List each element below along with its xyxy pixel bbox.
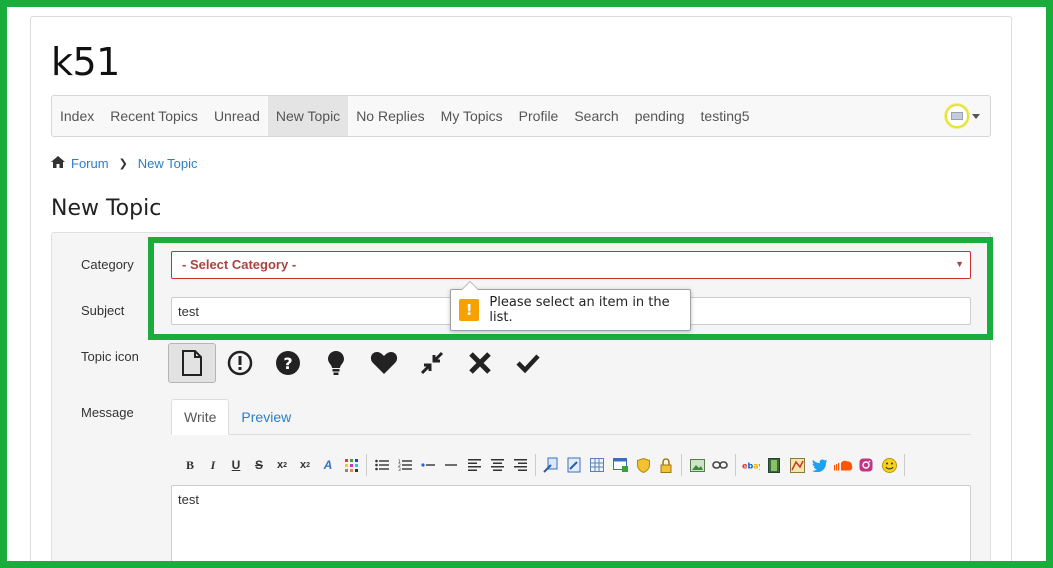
warning-icon: ! — [459, 299, 480, 321]
validation-tooltip: ! Please select an item in the list. — [450, 281, 691, 331]
nav-recent-topics[interactable]: Recent Topics — [102, 96, 206, 136]
nav-new-topic[interactable]: New Topic — [267, 96, 349, 136]
topic-icon-picker: ? — [168, 343, 552, 383]
x-icon[interactable] — [456, 343, 504, 383]
document-icon[interactable] — [168, 343, 216, 383]
nav-pending[interactable]: pending — [627, 96, 693, 136]
site-title: k51 — [51, 40, 120, 84]
heart-icon[interactable] — [360, 343, 408, 383]
chevron-down-icon: ▼ — [955, 259, 964, 269]
superscript-icon[interactable]: x2 — [294, 454, 316, 476]
svg-text:3: 3 — [398, 467, 401, 471]
topic-icon-label: Topic icon — [81, 349, 139, 364]
quote-edit-icon[interactable] — [563, 454, 585, 476]
lock-icon[interactable] — [655, 454, 677, 476]
tab-write[interactable]: Write — [171, 399, 230, 435]
compress-icon[interactable] — [408, 343, 456, 383]
toolbar-divider — [904, 454, 905, 476]
film-icon[interactable] — [763, 454, 785, 476]
category-select[interactable]: - Select Category - ▼ — [171, 251, 971, 279]
shield-icon[interactable] — [632, 454, 654, 476]
breadcrumb-forum-link[interactable]: Forum — [71, 156, 109, 171]
toolbar-divider — [681, 454, 682, 476]
strikethrough-icon[interactable]: S — [248, 454, 270, 476]
bold-icon[interactable]: B — [179, 454, 201, 476]
chevron-right-icon: ❯ — [118, 158, 128, 170]
nav-testing5[interactable]: testing5 — [693, 96, 758, 136]
link-edit-icon[interactable] — [540, 454, 562, 476]
chevron-down-icon[interactable] — [972, 113, 980, 119]
category-label: Category — [81, 257, 134, 272]
align-left-icon[interactable] — [463, 454, 485, 476]
breadcrumb: Forum ❯ New Topic — [51, 156, 198, 171]
soundcloud-icon[interactable] — [832, 454, 854, 476]
align-right-icon[interactable] — [509, 454, 531, 476]
message-textarea[interactable]: test — [171, 485, 971, 568]
category-select-value: - Select Category - — [182, 257, 297, 272]
svg-text:ebay: ebay — [742, 462, 760, 471]
page-title: New Topic — [51, 196, 162, 221]
toolbar-divider — [535, 454, 536, 476]
align-center-icon[interactable] — [486, 454, 508, 476]
image-icon[interactable] — [686, 454, 708, 476]
nav-index[interactable]: Index — [52, 96, 102, 136]
validation-message: Please select an item in the list. — [489, 295, 670, 325]
window-icon[interactable] — [609, 454, 631, 476]
bullet-list-icon[interactable] — [371, 454, 393, 476]
link-icon[interactable] — [709, 454, 731, 476]
message-label: Message — [81, 405, 134, 420]
toolbar-divider — [366, 454, 367, 476]
nav-unread[interactable]: Unread — [206, 96, 268, 136]
twitter-icon[interactable] — [809, 454, 831, 476]
table-icon[interactable] — [586, 454, 608, 476]
breadcrumb-current-link[interactable]: New Topic — [138, 156, 198, 171]
smiley-icon[interactable] — [878, 454, 900, 476]
map-icon[interactable] — [786, 454, 808, 476]
user-menu[interactable] — [945, 104, 980, 128]
exclamation-circle-icon[interactable] — [216, 343, 264, 383]
horizontal-rule-icon[interactable] — [440, 454, 462, 476]
toolbar-divider — [735, 454, 736, 476]
editor-toolbar: B I U S x2 x2 A 123 eba — [179, 453, 908, 477]
main-navbar: Index Recent Topics Unread New Topic No … — [51, 95, 991, 137]
numbered-list-icon[interactable]: 123 — [394, 454, 416, 476]
message-tabs: Write Preview — [171, 399, 971, 435]
svg-text:?: ? — [283, 354, 292, 373]
italic-icon[interactable]: I — [202, 454, 224, 476]
nav-no-replies[interactable]: No Replies — [348, 96, 432, 136]
nav-search[interactable]: Search — [566, 96, 626, 136]
avatar[interactable] — [945, 104, 969, 128]
lightbulb-icon[interactable] — [312, 343, 360, 383]
list-item-icon[interactable] — [417, 454, 439, 476]
check-icon[interactable] — [504, 343, 552, 383]
subject-label: Subject — [81, 303, 125, 318]
font-icon[interactable]: A — [317, 454, 339, 476]
subscript-icon[interactable]: x2 — [271, 454, 293, 476]
instagram-icon[interactable] — [855, 454, 877, 476]
ebay-icon[interactable]: ebay — [740, 454, 762, 476]
underline-icon[interactable]: U — [225, 454, 247, 476]
question-circle-icon[interactable]: ? — [264, 343, 312, 383]
nav-my-topics[interactable]: My Topics — [433, 96, 511, 136]
tab-preview[interactable]: Preview — [229, 399, 303, 434]
home-icon — [51, 156, 65, 171]
nav-profile[interactable]: Profile — [511, 96, 567, 136]
color-palette-icon[interactable] — [340, 454, 362, 476]
